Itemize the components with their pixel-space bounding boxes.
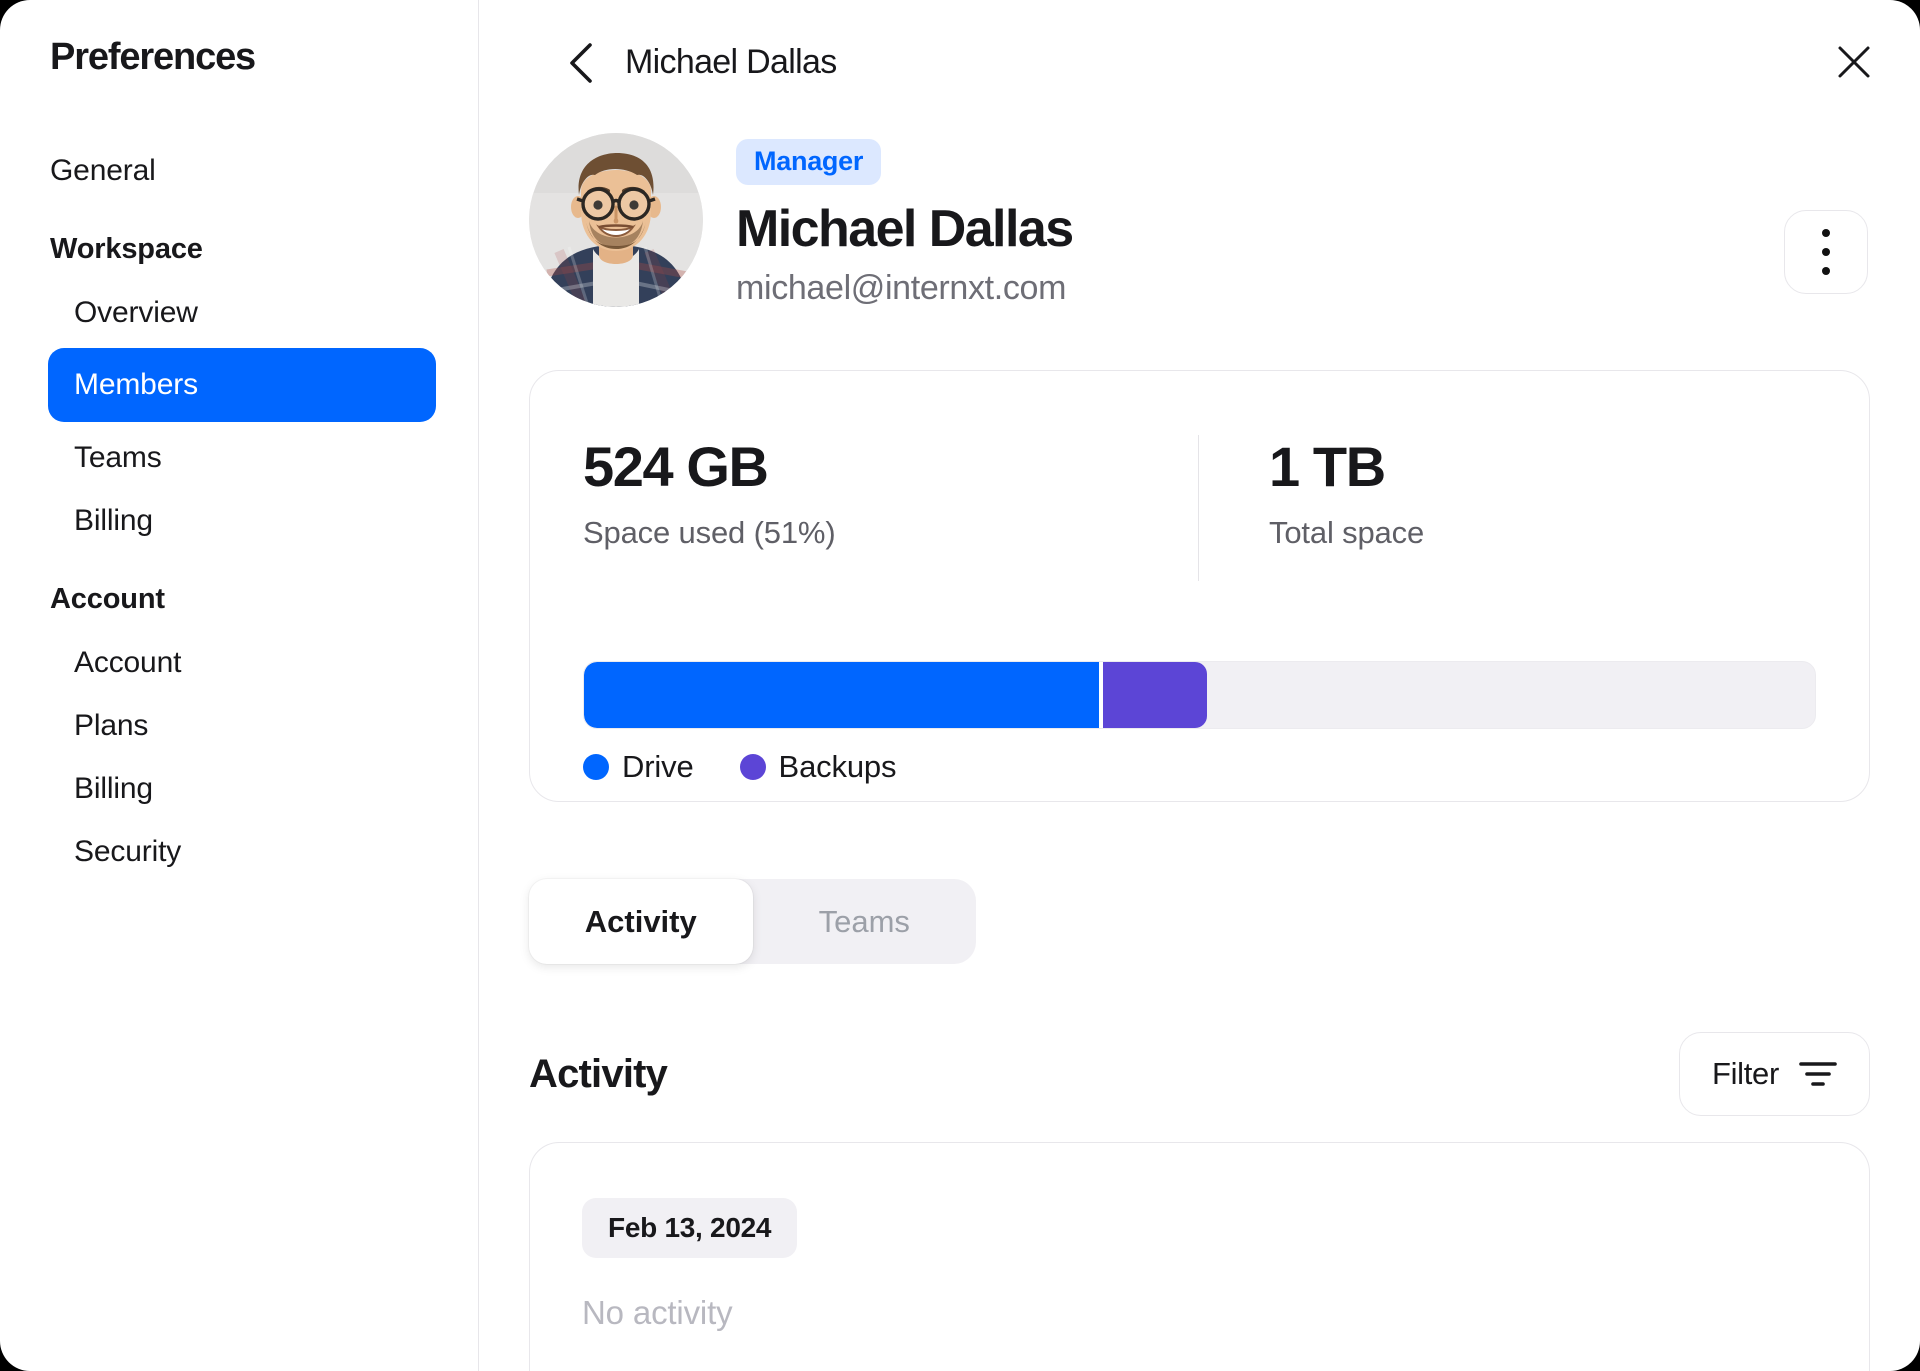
- sidebar-item-overview[interactable]: Overview: [50, 281, 456, 344]
- progress-segment-drive: [584, 662, 1099, 728]
- drive-dot-icon: [583, 754, 609, 780]
- profile-section: Manager Michael Dallas michael@internxt.…: [529, 133, 1870, 308]
- profile-info: Manager Michael Dallas michael@internxt.…: [736, 133, 1074, 308]
- close-button[interactable]: [1828, 36, 1880, 88]
- profile-name: Michael Dallas: [736, 200, 1074, 258]
- sidebar-nav: General Workspace Overview Members Teams…: [48, 139, 456, 883]
- avatar: [529, 133, 703, 307]
- sidebar-item-security[interactable]: Security: [50, 820, 456, 883]
- backups-dot-icon: [739, 754, 766, 780]
- sidebar-item-members[interactable]: Members: [48, 348, 436, 422]
- sidebar-section-account: Account: [50, 583, 165, 615]
- sidebar-item-billing-account[interactable]: Billing: [50, 757, 456, 820]
- sidebar: Preferences General Workspace Overview M…: [0, 0, 479, 1371]
- legend-item-drive: Drive: [583, 749, 694, 785]
- profile-email: michael@internxt.com: [736, 269, 1067, 307]
- legend-label-backups: Backups: [778, 749, 897, 784]
- role-badge: Manager: [736, 139, 882, 185]
- storage-legend: Drive Backups: [583, 749, 1816, 785]
- activity-heading: Activity: [529, 1051, 668, 1096]
- date-chip: Feb 13, 2024: [582, 1198, 798, 1258]
- chevron-left-icon: [568, 42, 594, 84]
- sidebar-item-teams[interactable]: Teams: [50, 426, 456, 489]
- legend-item-backups: Backups: [739, 749, 897, 785]
- storage-usage-card: 524 GB Space used (51%) 1 TB Total space…: [529, 370, 1870, 802]
- kebab-menu-icon: [1822, 229, 1830, 275]
- activity-list-card: Feb 13, 2024 No activity: [529, 1142, 1870, 1371]
- member-detail-panel: Michael Dallas Manager Michael Dallas mi…: [479, 0, 1920, 1371]
- storage-progress-bar: [583, 661, 1816, 729]
- total-space-label: Total space: [1269, 515, 1425, 550]
- back-button[interactable]: [559, 41, 603, 85]
- tab-teams[interactable]: Teams: [753, 879, 977, 964]
- legend-label-drive: Drive: [622, 749, 694, 784]
- sidebar-section-workspace: Workspace: [50, 233, 203, 265]
- space-used-stat: 524 GB Space used (51%): [583, 435, 1198, 581]
- no-activity-text: No activity: [582, 1294, 733, 1331]
- sidebar-item-billing-workspace[interactable]: Billing: [50, 489, 456, 552]
- sidebar-item-account[interactable]: Account: [50, 631, 456, 694]
- sidebar-item-general[interactable]: General: [50, 139, 456, 202]
- filter-button[interactable]: Filter: [1678, 1032, 1870, 1116]
- panel-title: Michael Dallas: [625, 43, 837, 81]
- total-space-stat: 1 TB Total space: [1199, 435, 1424, 581]
- activity-header-row: Activity Filter: [529, 1032, 1870, 1116]
- sidebar-item-plans[interactable]: Plans: [50, 694, 456, 757]
- member-options-button[interactable]: [1784, 210, 1868, 294]
- filter-lines-icon: [1799, 1059, 1837, 1089]
- space-used-value: 524 GB: [583, 435, 769, 498]
- filter-button-label: Filter: [1711, 1056, 1779, 1091]
- close-icon: [1837, 45, 1871, 79]
- progress-segment-backups: [1102, 662, 1208, 728]
- detail-tabs: Activity Teams: [529, 879, 976, 964]
- space-used-label: Space used (51%): [583, 515, 836, 550]
- preferences-window: Preferences General Workspace Overview M…: [0, 0, 1920, 1371]
- sidebar-title: Preferences: [50, 36, 256, 78]
- storage-stats: 524 GB Space used (51%) 1 TB Total space: [583, 435, 1816, 581]
- progress-segment-gap: [1098, 662, 1103, 728]
- panel-header: Michael Dallas: [529, 0, 1870, 125]
- tab-activity[interactable]: Activity: [529, 879, 753, 964]
- total-space-value: 1 TB: [1269, 435, 1386, 498]
